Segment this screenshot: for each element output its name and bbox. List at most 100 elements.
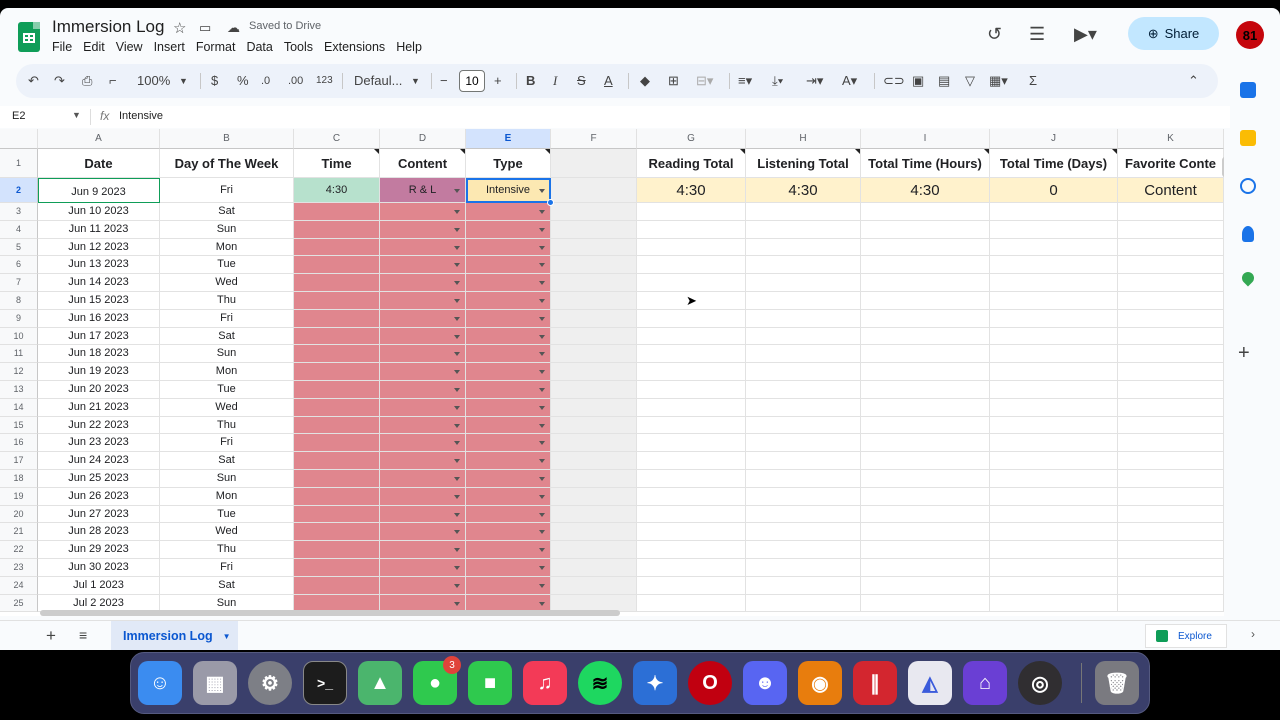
day-cell[interactable]: Wed — [160, 523, 294, 542]
empty-cell[interactable] — [746, 238, 861, 257]
header-total-days[interactable]: Total Time (Days) — [990, 149, 1118, 178]
header-content[interactable]: Content — [380, 149, 466, 178]
system-settings-icon[interactable]: ⚙ — [248, 661, 292, 705]
day-cell[interactable]: Mon — [160, 363, 294, 381]
menu-file[interactable]: File — [52, 40, 72, 58]
decrease-font-size-icon[interactable]: − — [440, 73, 448, 89]
row-header[interactable]: 14 — [0, 398, 38, 417]
launchpad-icon[interactable]: ▦ — [193, 661, 237, 705]
date-cell[interactable]: Jul 1 2023 — [38, 576, 160, 595]
empty-cell[interactable] — [861, 363, 990, 381]
filter-views-icon[interactable]: ▦▾ — [989, 73, 1008, 89]
cell-f1[interactable] — [551, 149, 637, 178]
day-cell[interactable]: Wed — [160, 274, 294, 292]
empty-cell[interactable] — [990, 203, 1118, 221]
reading-total-value[interactable]: 4:30 — [637, 178, 746, 203]
menu-tools[interactable]: Tools — [284, 40, 313, 58]
font-select[interactable]: Defaul... — [354, 73, 402, 89]
content-dropdown[interactable] — [380, 470, 466, 488]
empty-cell[interactable] — [990, 345, 1118, 364]
empty-cell[interactable] — [990, 594, 1118, 613]
empty-cell[interactable] — [746, 470, 861, 488]
listening-total-value[interactable]: 4:30 — [746, 178, 861, 203]
empty-cell[interactable] — [637, 576, 746, 595]
type-dropdown[interactable] — [466, 327, 551, 346]
day-cell[interactable]: Sat — [160, 203, 294, 221]
date-cell[interactable]: Jun 18 2023 — [38, 345, 160, 364]
star-icon[interactable]: ☆ — [173, 19, 186, 37]
empty-cell[interactable] — [746, 505, 861, 524]
empty-cell[interactable] — [637, 559, 746, 577]
time-input-cell[interactable] — [294, 220, 380, 239]
content-dropdown[interactable] — [380, 292, 466, 310]
content-dropdown[interactable] — [380, 398, 466, 417]
empty-cell[interactable] — [551, 398, 637, 417]
column-header[interactable]: H — [746, 129, 861, 149]
empty-cell[interactable] — [746, 487, 861, 506]
empty-cell[interactable] — [1118, 523, 1224, 542]
type-dropdown[interactable] — [466, 274, 551, 292]
empty-cell[interactable] — [1118, 541, 1224, 559]
empty-cell[interactable] — [990, 487, 1118, 506]
total-hours-value[interactable]: 4:30 — [861, 178, 990, 203]
menu-extensions[interactable]: Extensions — [324, 40, 385, 58]
date-cell[interactable]: Jun 22 2023 — [38, 416, 160, 435]
type-dropdown[interactable] — [466, 559, 551, 577]
decrease-decimal-button[interactable]: .0 — [261, 73, 270, 89]
empty-cell[interactable] — [746, 327, 861, 346]
collapse-toolbar-icon[interactable]: ⌃ — [1188, 73, 1199, 89]
empty-cell[interactable] — [551, 523, 637, 542]
type-dropdown[interactable] — [466, 452, 551, 470]
day-cell[interactable]: Fri — [160, 434, 294, 453]
empty-cell[interactable] — [637, 487, 746, 506]
discord-icon[interactable]: ☻ — [743, 661, 787, 705]
empty-cell[interactable] — [990, 327, 1118, 346]
day-cell[interactable]: Sat — [160, 327, 294, 346]
empty-cell[interactable] — [637, 363, 746, 381]
time-input-cell[interactable] — [294, 274, 380, 292]
content-dropdown[interactable] — [380, 416, 466, 435]
content-dropdown[interactable] — [380, 274, 466, 292]
empty-cell[interactable] — [551, 238, 637, 257]
date-cell[interactable]: Jun 24 2023 — [38, 452, 160, 470]
facetime-icon[interactable]: ■ — [468, 661, 512, 705]
column-header[interactable]: F — [551, 129, 637, 149]
empty-cell[interactable] — [746, 398, 861, 417]
empty-cell[interactable] — [637, 416, 746, 435]
empty-cell[interactable] — [990, 470, 1118, 488]
time-input-cell[interactable] — [294, 487, 380, 506]
empty-cell[interactable] — [990, 576, 1118, 595]
time-input-cell[interactable] — [294, 398, 380, 417]
filter-icon[interactable]: ▽ — [965, 73, 975, 89]
type-dropdown[interactable] — [466, 292, 551, 310]
empty-cell[interactable] — [1118, 327, 1224, 346]
column-header[interactable]: J — [990, 129, 1118, 149]
row-header[interactable]: 17 — [0, 452, 38, 470]
row-header[interactable]: 20 — [0, 505, 38, 524]
empty-cell[interactable] — [746, 541, 861, 559]
empty-cell[interactable] — [551, 559, 637, 577]
terminal-icon[interactable]: >_ — [303, 661, 347, 705]
calendar-icon[interactable] — [1240, 82, 1256, 98]
paint-format-icon[interactable]: ⌐ — [109, 73, 117, 89]
day-cell[interactable]: Thu — [160, 541, 294, 559]
empty-cell[interactable] — [637, 345, 746, 364]
time-input-cell[interactable] — [294, 523, 380, 542]
contacts-icon[interactable] — [1242, 226, 1254, 242]
time-input-cell[interactable] — [294, 434, 380, 453]
text-color-icon[interactable]: A — [604, 73, 613, 89]
menu-edit[interactable]: Edit — [83, 40, 105, 58]
row-header[interactable]: 11 — [0, 345, 38, 364]
header-time[interactable]: Time — [294, 149, 380, 178]
row-header[interactable]: 22 — [0, 541, 38, 559]
avatar[interactable]: 81 — [1236, 21, 1264, 49]
time-input-cell[interactable] — [294, 470, 380, 488]
sheet-tab-immersion-log[interactable]: Immersion Log ▼ — [111, 621, 238, 650]
day-cell[interactable]: Thu — [160, 292, 294, 310]
tasks-icon[interactable] — [1240, 178, 1256, 194]
column-header[interactable]: B — [160, 129, 294, 149]
empty-cell[interactable] — [637, 470, 746, 488]
empty-cell[interactable] — [551, 309, 637, 328]
empty-cell[interactable] — [746, 434, 861, 453]
column-header[interactable]: A — [38, 129, 160, 149]
